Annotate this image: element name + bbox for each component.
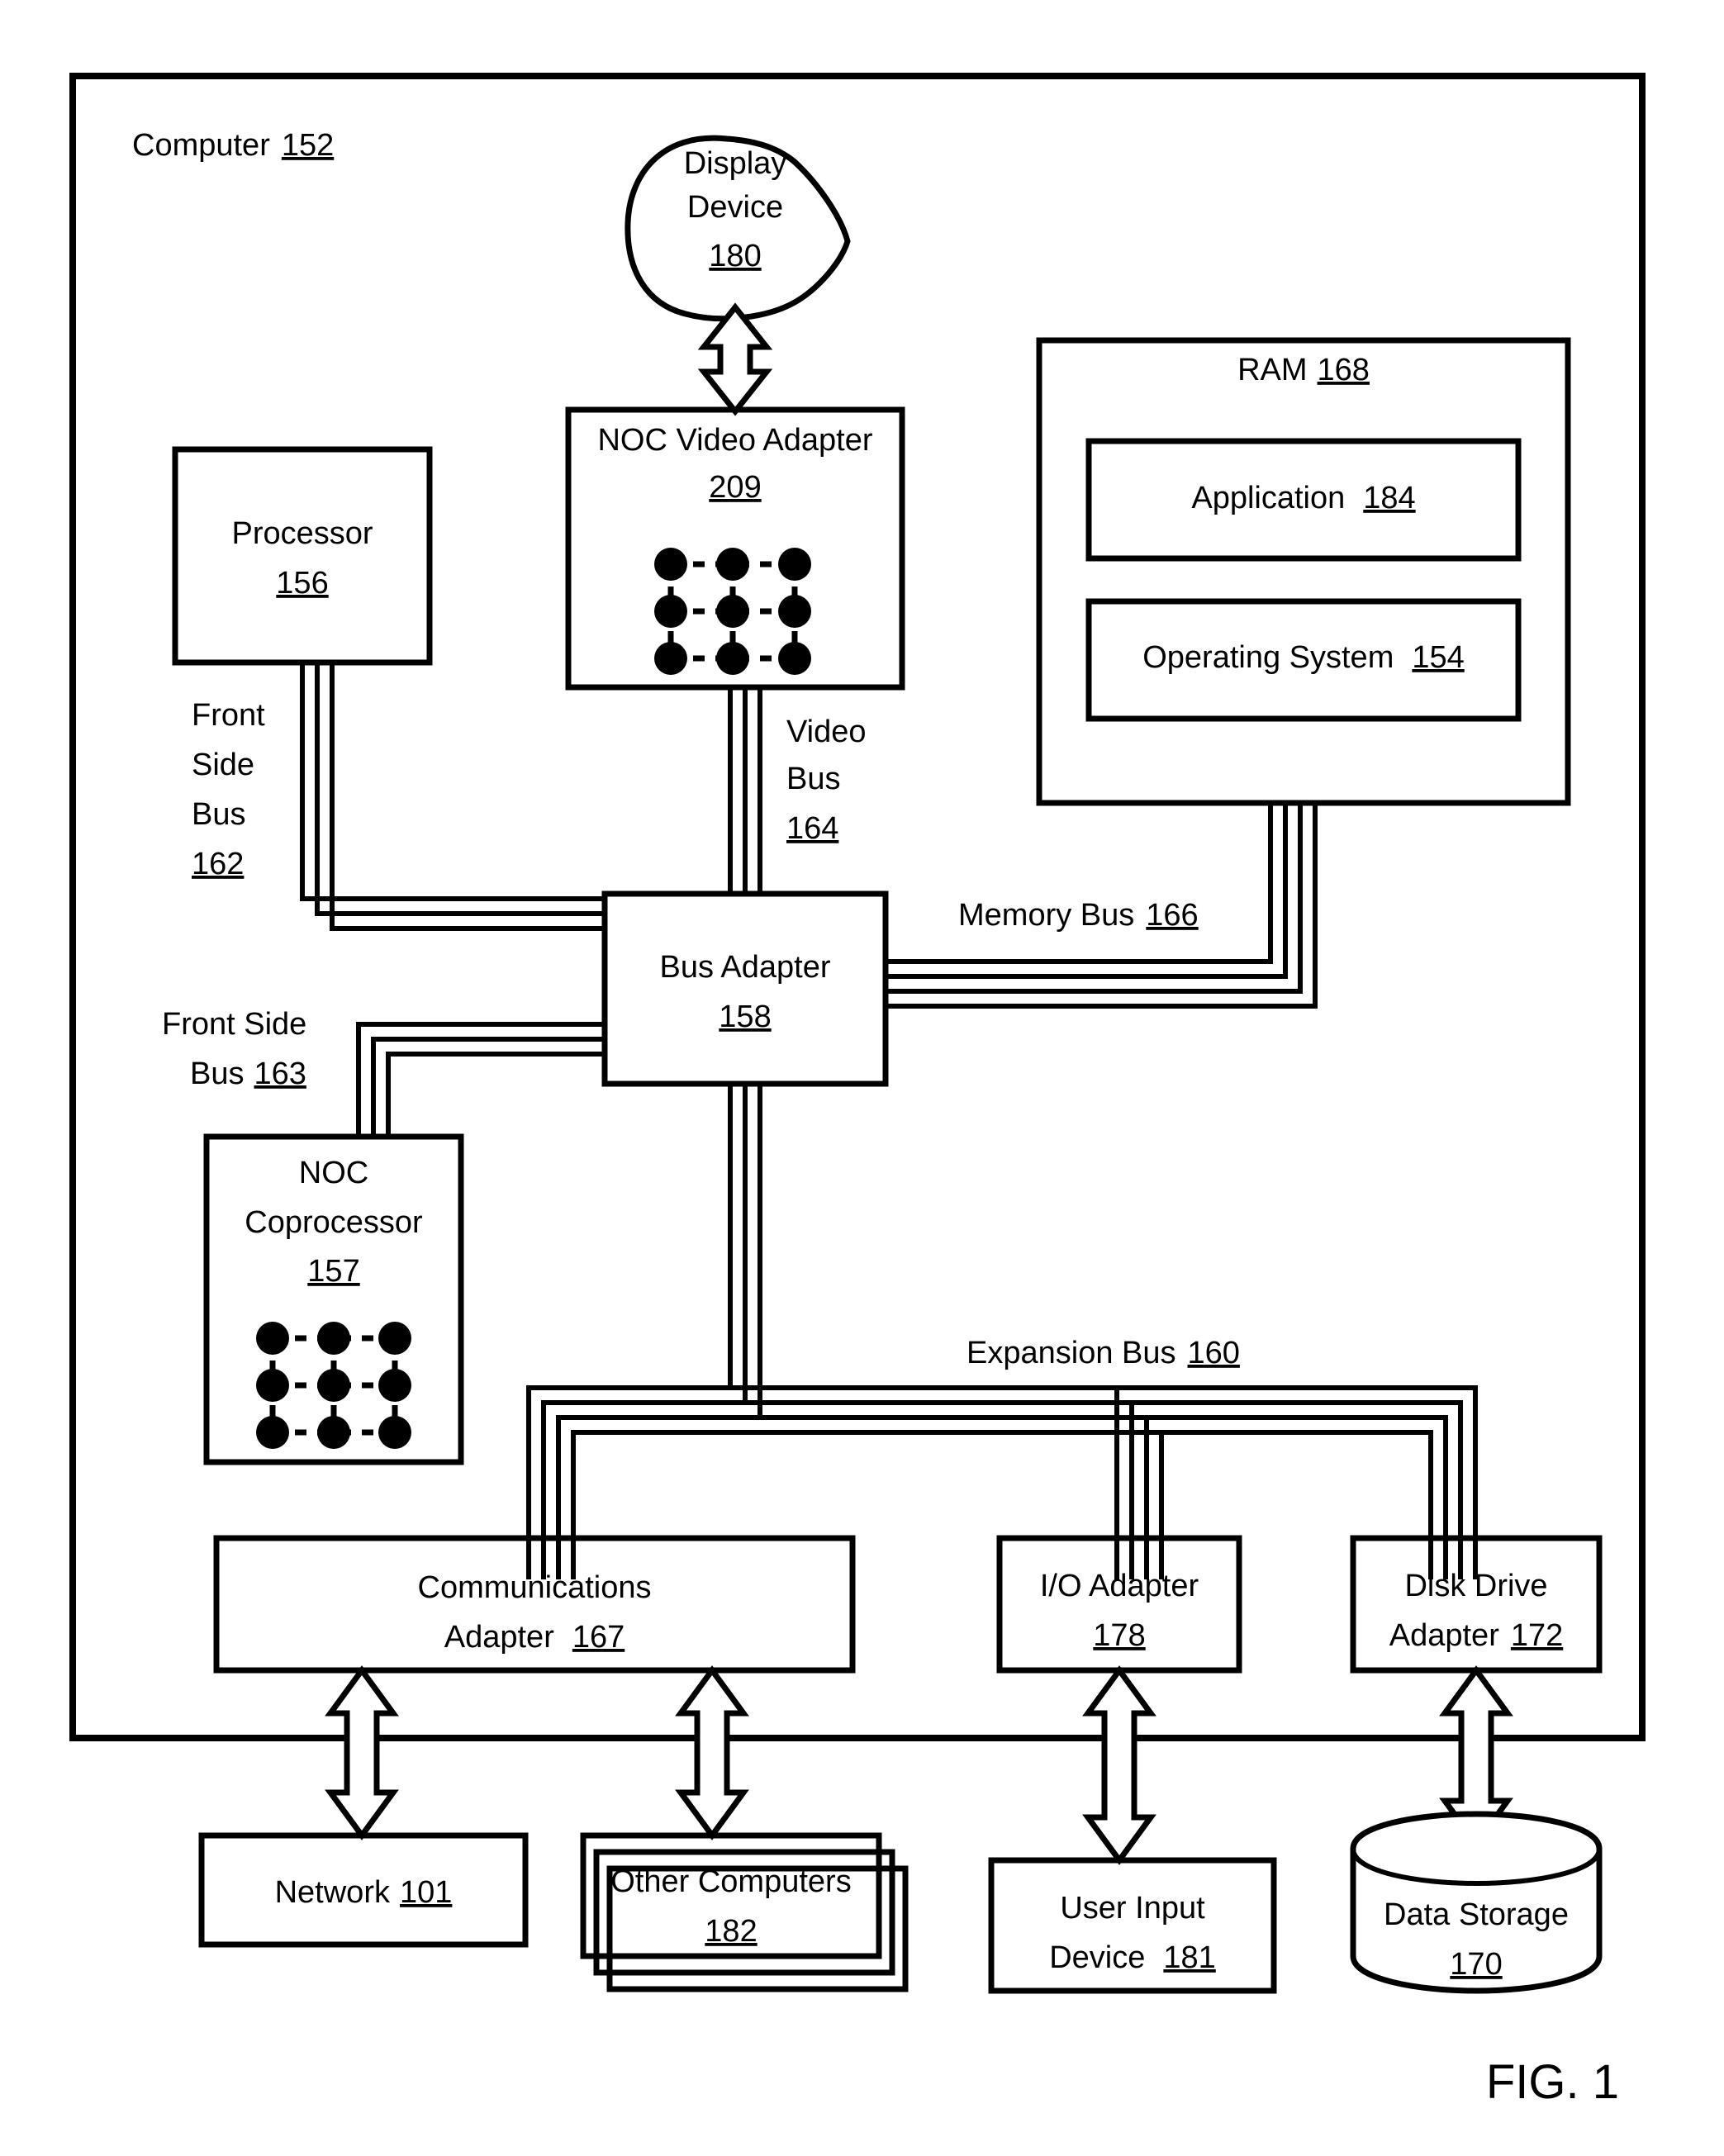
patent-figure: Computer 152 Display Device 180 NOC Video… (0, 0, 1724, 2156)
io-adapter-title: I/O Adapter (1040, 1569, 1199, 1603)
display-to-video-adapter-arrow (697, 302, 773, 416)
display-device-line2: Device (687, 190, 783, 225)
display-device-line1: Display (684, 146, 787, 181)
video-bus-wires (728, 687, 762, 894)
front-side-bus-162-ref: 162 (192, 847, 244, 881)
computer-container-box (69, 73, 1646, 1741)
processor-box (172, 446, 433, 666)
front-side-bus-163-line2: Bus 163 (190, 1057, 306, 1091)
noc-coprocessor-ref: 157 (307, 1254, 359, 1289)
figure-caption: FIG. 1 (1486, 2055, 1619, 2109)
other-computers-title: Other Computers (610, 1864, 851, 1899)
front-side-bus-162-line2: Side (192, 748, 254, 782)
bus-adapter-box (601, 890, 889, 1087)
bus-adapter-ref: 158 (719, 1000, 771, 1034)
noc-coprocessor-line1: NOC (299, 1156, 368, 1190)
memory-bus-label: Memory Bus 166 (958, 898, 1199, 933)
io-to-user-input-arrow (1082, 1665, 1156, 1865)
comms-to-network-arrow (325, 1665, 399, 1840)
ram-title: RAM 168 (1237, 353, 1370, 387)
expansion-bus-wires (526, 1084, 1478, 1579)
front-side-bus-162-line3: Bus (192, 797, 245, 832)
data-storage-title: Data Storage (1384, 1897, 1569, 1932)
front-side-bus-162-wires (300, 662, 605, 931)
front-side-bus-162-line1: Front (192, 698, 265, 733)
disk-drive-adapter-line2: Adapter 172 (1389, 1618, 1564, 1653)
comms-to-other-computers-arrow (675, 1665, 749, 1840)
video-bus-label-line1: Video (786, 715, 867, 749)
io-adapter-ref: 178 (1093, 1618, 1145, 1653)
network-label: Network 101 (275, 1875, 453, 1910)
noc-video-adapter-mesh (654, 548, 811, 675)
data-storage-ref: 170 (1450, 1947, 1502, 1982)
video-bus-label-line2: Bus (786, 762, 840, 796)
front-side-bus-163-wires (356, 1022, 605, 1137)
user-input-device-line1: User Input (1060, 1891, 1205, 1926)
other-computers-ref: 182 (705, 1914, 757, 1949)
noc-video-adapter-ref: 209 (709, 470, 761, 505)
user-input-device-line2: Device 181 (1049, 1940, 1216, 1975)
video-bus-ref: 164 (786, 811, 838, 846)
disk-drive-adapter-line1: Disk Drive (1404, 1569, 1547, 1603)
processor-ref: 156 (276, 566, 328, 601)
computer-container-label: Computer 152 (132, 128, 334, 163)
noc-coprocessor-mesh (256, 1322, 411, 1449)
figure-canvas: Computer 152 Display Device 180 NOC Video… (69, 73, 1646, 2109)
front-side-bus-163-line1: Front Side (162, 1007, 306, 1042)
expansion-bus-label: Expansion Bus 160 (966, 1336, 1240, 1370)
noc-video-adapter-title: NOC Video Adapter (597, 423, 872, 458)
communications-adapter-line2: Adapter 167 (444, 1620, 625, 1655)
bus-adapter-title: Bus Adapter (659, 950, 830, 985)
display-device-ref: 180 (709, 239, 761, 273)
processor-title: Processor (231, 516, 373, 551)
application-label: Application 184 (1191, 481, 1415, 515)
ram-box (1036, 337, 1571, 806)
operating-system-label: Operating System 154 (1142, 640, 1465, 675)
communications-adapter-line1: Communications (418, 1570, 652, 1605)
noc-coprocessor-line2: Coprocessor (245, 1205, 423, 1240)
